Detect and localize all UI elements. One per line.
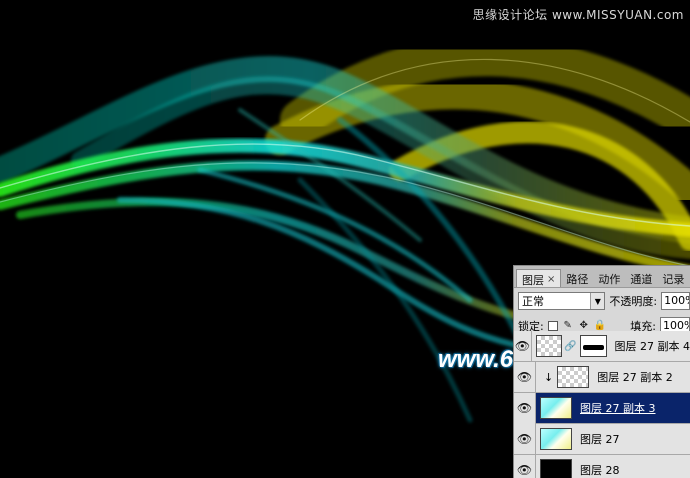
layer-thumbnail <box>540 459 572 478</box>
lock-move-icon[interactable]: ✥ <box>578 320 590 332</box>
lock-all-icon[interactable]: 🔒 <box>594 320 606 332</box>
layer-row[interactable]: 👁 图层 28 <box>514 454 690 478</box>
opacity-label: 不透明度: <box>609 295 658 308</box>
layer-name: 图层 28 <box>580 464 620 477</box>
clipping-arrow-icon: ↓ <box>544 370 554 384</box>
eye-icon[interactable]: 👁 <box>514 330 532 362</box>
tab-label: 记录 <box>662 273 685 286</box>
tab-channels[interactable]: 通道 <box>625 269 657 287</box>
layer-name: 图层 27 副本 3 <box>580 402 656 415</box>
layer-mask-thumbnail[interactable] <box>580 335 607 357</box>
tab-layers[interactable]: 图层 × <box>516 269 562 287</box>
opacity-input[interactable]: 100% <box>661 292 690 310</box>
layer-thumbnail <box>540 397 572 419</box>
layer-thumbnail <box>540 428 572 450</box>
chevron-down-icon[interactable]: ▼ <box>590 293 605 309</box>
layers-panel: 图层 × 路径 动作 通道 记录 正常 ▼ 不透明度: 100% 锁定: ✎ ✥… <box>513 265 690 478</box>
layer-name: 图层 27 <box>580 433 620 446</box>
eye-icon[interactable]: 👁 <box>514 423 536 455</box>
blend-mode-value: 正常 <box>522 295 544 308</box>
layer-name: 图层 27 副本 2 <box>597 371 673 384</box>
layers-list: 👁 🔗 图层 27 副本 4 👁 ↓ 图层 27 副本 2 👁 图层 27 副本… <box>514 330 690 478</box>
tab-paths[interactable]: 路径 <box>561 269 593 287</box>
layer-row[interactable]: 👁 🔗 图层 27 副本 4 <box>514 330 690 362</box>
lock-transparency-icon[interactable] <box>547 320 558 331</box>
layer-thumbnail <box>535 335 562 357</box>
lock-brush-icon[interactable]: ✎ <box>562 320 574 332</box>
layer-thumbnail <box>557 366 590 388</box>
tab-label: 图层 <box>522 273 544 287</box>
watermark-top: 思缘设计论坛 www.MISSYUAN.com <box>472 8 684 22</box>
panel-tabs: 图层 × 路径 动作 通道 记录 <box>514 266 690 288</box>
eye-icon[interactable]: 👁 <box>514 392 536 424</box>
tab-history[interactable]: 记录 <box>657 269 689 287</box>
chain-link-icon[interactable]: 🔗 <box>564 341 576 352</box>
eye-icon[interactable]: 👁 <box>514 361 536 393</box>
layer-row-selected[interactable]: 👁 图层 27 副本 3 <box>514 392 690 424</box>
close-icon[interactable]: × <box>547 274 555 285</box>
eye-icon[interactable]: 👁 <box>514 454 536 478</box>
tab-actions[interactable]: 动作 <box>593 269 625 287</box>
layer-name: 图层 27 副本 4 <box>614 340 690 353</box>
tab-label: 路径 <box>566 273 589 286</box>
blend-row: 正常 ▼ 不透明度: 100% <box>514 288 690 314</box>
blend-mode-select[interactable]: 正常 ▼ <box>518 292 606 310</box>
layer-row[interactable]: 👁 ↓ 图层 27 副本 2 <box>514 361 690 393</box>
tab-label: 动作 <box>598 273 621 286</box>
layer-row[interactable]: 👁 图层 27 <box>514 423 690 455</box>
tab-label: 通道 <box>630 273 653 286</box>
